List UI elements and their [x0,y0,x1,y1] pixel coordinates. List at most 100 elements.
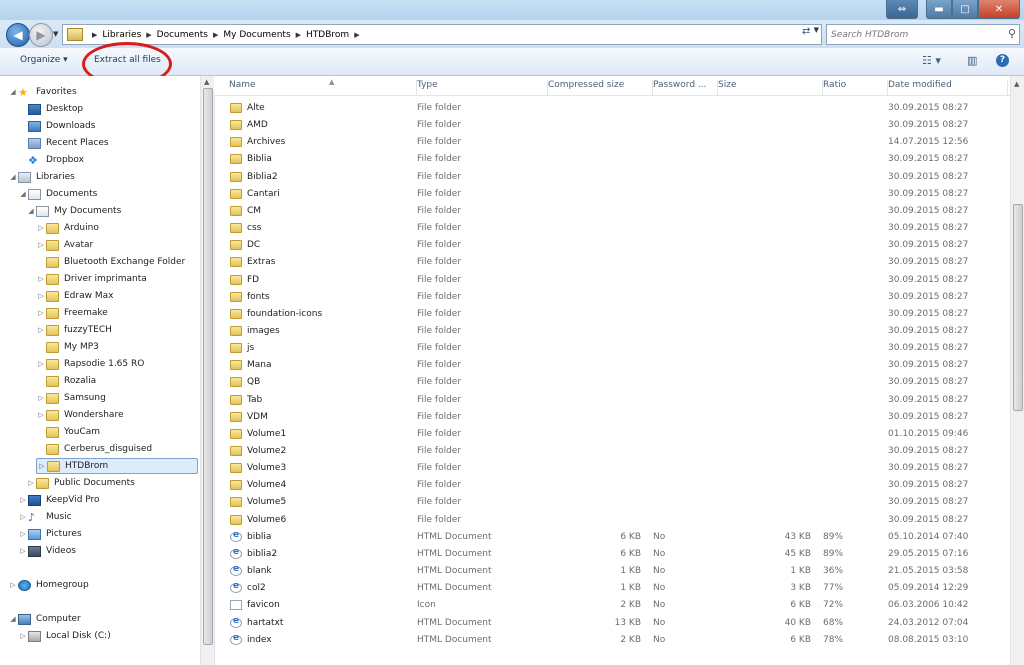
expand-arrow-icon[interactable]: ▷ [36,224,46,232]
nav-item-my-mp3[interactable]: My MP3 [36,339,99,355]
nav-item-samsung[interactable]: ▷ Samsung [36,390,106,406]
navigation-pane-scrollbar[interactable]: ▲ [200,76,214,665]
breadcrumb[interactable]: ▶ Libraries ▶ Documents ▶ My Documents ▶… [62,24,822,45]
breadcrumb-documents[interactable]: Documents [157,30,208,40]
expand-arrow-icon[interactable]: ▷ [26,479,36,487]
recent-pages-dropdown-icon[interactable]: ▼ [53,30,58,38]
file-row[interactable]: index HTML Document 2 KB No 6 KB 78% 08.08.201… [214,632,1010,649]
nav-item-local-disk-c[interactable]: ▷ Local Disk (C:) [18,628,111,644]
back-button[interactable]: ◀ [6,23,30,47]
file-row[interactable]: Biblia2 File folder 30.09.2015 08:27 [214,169,1010,186]
file-row[interactable]: blank HTML Document 1 KB No 1 KB 36% 21.05.201… [214,563,1010,580]
file-row[interactable]: biblia HTML Document 6 KB No 43 KB 89% 05.10.2… [214,529,1010,546]
minimize-button[interactable]: ▬ [926,0,952,19]
resize-icon[interactable]: ⇔ [886,0,918,19]
close-button[interactable]: ✕ [978,0,1020,19]
file-row[interactable]: QB File folder 30.09.2015 08:27 [214,374,1010,391]
expand-arrow-icon[interactable]: ▷ [36,309,46,317]
breadcrumb-separator-icon[interactable]: ▶ [92,31,97,39]
file-row[interactable]: col2 HTML Document 1 KB No 3 KB 77% 05.09.2014… [214,580,1010,597]
search-input[interactable] [827,28,1003,41]
change-view-icon[interactable]: ☷ ▾ [922,54,941,67]
expand-arrow-icon[interactable]: ◢ [26,207,36,215]
address-history-dropdown-icon[interactable]: ▼ [814,26,819,34]
column-header-name[interactable]: Name ▲ [229,78,417,95]
file-row[interactable]: fonts File folder 30.09.2015 08:27 [214,289,1010,306]
refresh-icon[interactable]: ⇄ [802,26,810,37]
column-header-size[interactable]: Size [718,80,823,95]
expand-arrow-icon[interactable]: ▷ [18,513,28,521]
expand-arrow-icon[interactable]: ▷ [36,360,46,368]
file-row[interactable]: hartatxt HTML Document 13 KB No 40 KB 68% 24.0… [214,615,1010,632]
expand-arrow-icon[interactable]: ▷ [8,581,18,589]
expand-arrow-icon[interactable]: ▷ [18,632,28,640]
nav-item-homegroup[interactable]: ▷ Homegroup [8,577,89,593]
expand-arrow-icon[interactable]: ◢ [8,88,18,96]
file-row[interactable]: Biblia File folder 30.09.2015 08:27 [214,151,1010,168]
nav-item-public-documents[interactable]: ▷ Public Documents [26,475,135,491]
nav-item-libraries[interactable]: ◢ Libraries [8,169,75,185]
nav-item-wondershare[interactable]: ▷ Wondershare [36,407,123,423]
nav-item-driver-imprimanta[interactable]: ▷ Driver imprimanta [36,271,147,287]
file-row[interactable]: Tab File folder 30.09.2015 08:27 [214,392,1010,409]
nav-item-computer[interactable]: ◢ Computer [8,611,81,627]
file-list-scrollbar[interactable]: ▲ [1010,76,1024,665]
scrollbar-thumb[interactable] [1013,204,1023,411]
expand-arrow-icon[interactable]: ▷ [18,530,28,538]
file-row[interactable]: Volume2 File folder 30.09.2015 08:27 [214,443,1010,460]
file-row[interactable]: Extras File folder 30.09.2015 08:27 [214,254,1010,271]
column-header-date-modified[interactable]: Date modified [888,80,1008,95]
nav-item-rapsodie-1-65-ro[interactable]: ▷ Rapsodie 1.65 RO [36,356,144,372]
breadcrumb-my-documents[interactable]: My Documents [223,30,290,40]
file-row[interactable]: DC File folder 30.09.2015 08:27 [214,237,1010,254]
file-row[interactable]: Volume5 File folder 30.09.2015 08:27 [214,494,1010,511]
file-row[interactable]: CM File folder 30.09.2015 08:27 [214,203,1010,220]
file-row[interactable]: Volume6 File folder 30.09.2015 08:27 [214,512,1010,529]
column-header-compressed-size[interactable]: Compressed size [548,80,653,95]
nav-item-desktop[interactable]: Desktop [18,101,83,117]
expand-arrow-icon[interactable]: ▷ [18,547,28,555]
file-row[interactable]: Volume1 File folder 01.10.2015 09:46 [214,426,1010,443]
scroll-up-icon[interactable]: ▲ [204,78,209,86]
expand-arrow-icon[interactable]: ▷ [37,462,47,470]
column-header-password[interactable]: Password ... [653,80,718,95]
maximize-button[interactable]: □ [952,0,978,19]
expand-arrow-icon[interactable]: ▷ [36,275,46,283]
file-row[interactable]: Cantari File folder 30.09.2015 08:27 [214,186,1010,203]
nav-item-my-documents[interactable]: ◢ My Documents [26,203,121,219]
file-row[interactable]: favicon Icon 2 KB No 6 KB 72% 06.03.2006 10:42 [214,597,1010,614]
nav-item-rozalia[interactable]: Rozalia [36,373,96,389]
file-row[interactable]: FD File folder 30.09.2015 08:27 [214,272,1010,289]
breadcrumb-htdbrom[interactable]: HTDBrom [306,30,349,40]
nav-item-edraw-max[interactable]: ▷ Edraw Max [36,288,113,304]
file-row[interactable]: Archives File folder 14.07.2015 12:56 [214,134,1010,151]
nav-item-downloads[interactable]: Downloads [18,118,95,134]
scroll-up-icon[interactable]: ▲ [1014,80,1019,88]
expand-arrow-icon[interactable]: ▷ [36,241,46,249]
nav-item-pictures[interactable]: ▷ Pictures [18,526,82,542]
breadcrumb-separator-icon[interactable]: ▶ [146,31,151,39]
help-icon[interactable]: ? [996,54,1009,67]
file-row[interactable]: foundation-icons File folder 30.09.2015 08… [214,306,1010,323]
expand-arrow-icon[interactable]: ▷ [36,411,46,419]
nav-item-dropbox[interactable]: ❖ Dropbox [18,152,84,168]
file-row[interactable]: biblia2 HTML Document 6 KB No 45 KB 89% 29.05.… [214,546,1010,563]
file-row[interactable]: Alte File folder 30.09.2015 08:27 [214,100,1010,117]
expand-arrow-icon[interactable]: ◢ [18,190,28,198]
file-row[interactable]: images File folder 30.09.2015 08:27 [214,323,1010,340]
expand-arrow-icon[interactable]: ▷ [36,292,46,300]
file-row[interactable]: VDM File folder 30.09.2015 08:27 [214,409,1010,426]
search-icon[interactable]: ⚲ [1008,27,1016,40]
expand-arrow-icon[interactable]: ▷ [36,394,46,402]
nav-item-music[interactable]: ▷ ♪ Music [18,509,71,525]
nav-item-favorites[interactable]: ◢ ★ Favorites [8,84,76,100]
scrollbar-thumb[interactable] [203,88,213,645]
preview-pane-icon[interactable]: ▥ [967,54,977,67]
organize-button[interactable]: Organize ▾ [20,55,68,65]
expand-arrow-icon[interactable]: ◢ [8,615,18,623]
breadcrumb-libraries[interactable]: Libraries [102,30,141,40]
nav-item-freemake[interactable]: ▷ Freemake [36,305,108,321]
nav-item-fuzzytech[interactable]: ▷ fuzzyTECH [36,322,112,338]
breadcrumb-separator-icon[interactable]: ▶ [354,31,359,39]
nav-item-youcam[interactable]: YouCam [36,424,100,440]
